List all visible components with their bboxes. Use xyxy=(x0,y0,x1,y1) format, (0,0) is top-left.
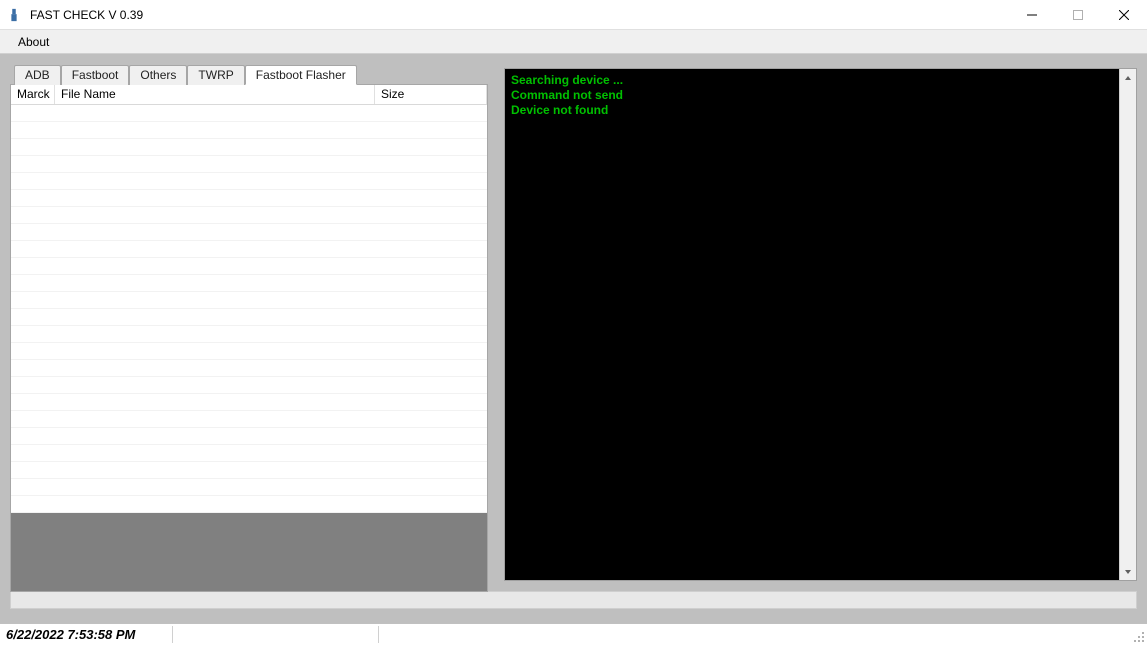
left-panel: ADB Fastboot Others TWRP Fastboot Flashe… xyxy=(10,64,488,581)
table-row xyxy=(11,156,487,173)
table-row xyxy=(11,411,487,428)
column-file-name[interactable]: File Name xyxy=(55,85,375,104)
tab-body-fastboot-flasher: Marck File Name Size xyxy=(10,84,488,592)
tab-fastboot[interactable]: Fastboot xyxy=(61,65,130,85)
table-row xyxy=(11,343,487,360)
table-row xyxy=(11,258,487,275)
close-button[interactable] xyxy=(1101,0,1147,29)
table-row xyxy=(11,496,487,513)
table-row xyxy=(11,309,487,326)
status-separator xyxy=(378,626,379,643)
scroll-down-icon[interactable] xyxy=(1120,563,1136,580)
table-row xyxy=(11,190,487,207)
console-output[interactable]: Searching device ... Command not send De… xyxy=(505,69,1119,580)
tab-fastboot-flasher[interactable]: Fastboot Flasher xyxy=(245,65,357,85)
table-row xyxy=(11,241,487,258)
menu-bar: About xyxy=(0,30,1147,54)
window-controls xyxy=(1009,0,1147,29)
table-row xyxy=(11,292,487,309)
app-icon xyxy=(6,7,22,23)
status-separator xyxy=(172,626,173,643)
console-line: Searching device ... xyxy=(511,73,1113,88)
table-row xyxy=(11,139,487,156)
table-row xyxy=(11,428,487,445)
window-title: FAST CHECK V 0.39 xyxy=(30,8,143,22)
status-bar: 6/22/2022 7:53:58 PM xyxy=(0,623,1147,645)
title-bar: FAST CHECK V 0.39 xyxy=(0,0,1147,30)
table-row xyxy=(11,445,487,462)
tab-adb[interactable]: ADB xyxy=(14,65,61,85)
console-line: Device not found xyxy=(511,103,1113,118)
table-row xyxy=(11,173,487,190)
scroll-up-icon[interactable] xyxy=(1120,69,1136,86)
table-row xyxy=(11,224,487,241)
column-marck[interactable]: Marck xyxy=(11,85,55,104)
maximize-button xyxy=(1055,0,1101,29)
tab-twrp[interactable]: TWRP xyxy=(187,65,244,85)
table-row xyxy=(11,462,487,479)
minimize-button[interactable] xyxy=(1009,0,1055,29)
table-row xyxy=(11,377,487,394)
status-datetime: 6/22/2022 7:53:58 PM xyxy=(6,627,135,642)
table-row xyxy=(11,479,487,496)
console-scrollbar[interactable] xyxy=(1119,69,1136,580)
resize-grip-icon[interactable] xyxy=(1133,631,1145,643)
table-row xyxy=(11,122,487,139)
progress-bar xyxy=(10,591,1137,609)
table-row xyxy=(11,105,487,122)
console-line: Command not send xyxy=(511,88,1113,103)
client-area: ADB Fastboot Others TWRP Fastboot Flashe… xyxy=(0,54,1147,623)
tab-others[interactable]: Others xyxy=(129,65,187,85)
table-row xyxy=(11,360,487,377)
table-row xyxy=(11,275,487,292)
console-panel: Searching device ... Command not send De… xyxy=(504,68,1137,581)
grid-footer xyxy=(11,513,487,591)
grid-body[interactable] xyxy=(11,105,487,513)
grid-header: Marck File Name Size xyxy=(11,85,487,105)
menu-about[interactable]: About xyxy=(12,33,55,51)
table-row xyxy=(11,207,487,224)
tab-strip: ADB Fastboot Others TWRP Fastboot Flashe… xyxy=(10,64,488,84)
table-row xyxy=(11,326,487,343)
column-size[interactable]: Size xyxy=(375,85,487,104)
table-row xyxy=(11,394,487,411)
